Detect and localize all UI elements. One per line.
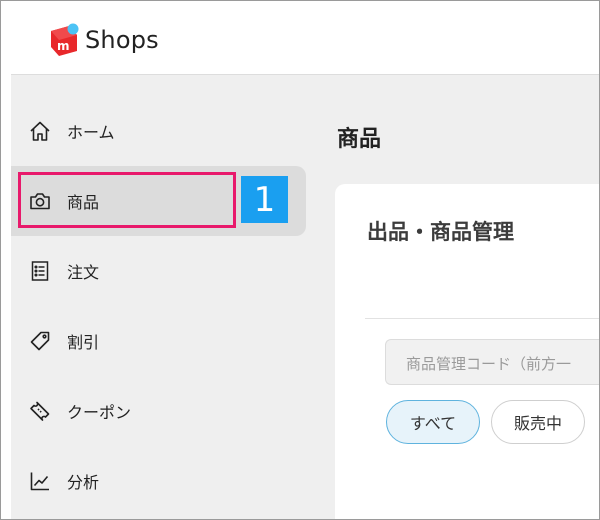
search-placeholder: 商品管理コード（前方一 xyxy=(406,355,572,373)
sidebar-item-home[interactable]: ホーム xyxy=(11,96,306,166)
annotation-highlight-box xyxy=(18,172,236,228)
content-card: 出品・商品管理 商品管理コード（前方一 すべて 販売中 xyxy=(335,184,599,519)
home-icon xyxy=(29,120,51,142)
filter-chip-on-sale[interactable]: 販売中 xyxy=(491,400,585,444)
sidebar: ホーム 商品 注文 割引 クーポン 分析 xyxy=(11,75,307,519)
filter-chip-all[interactable]: すべて xyxy=(386,400,480,444)
search-input[interactable]: 商品管理コード（前方一 xyxy=(385,339,599,385)
sidebar-item-label: クーポン xyxy=(67,403,132,422)
svg-text:m: m xyxy=(57,39,70,53)
analytics-chart-icon xyxy=(29,470,51,492)
sidebar-item-label: 割引 xyxy=(67,333,100,352)
price-tag-icon xyxy=(29,330,51,352)
sidebar-item-discounts[interactable]: 割引 xyxy=(11,306,306,376)
sidebar-item-analytics[interactable]: 分析 xyxy=(11,446,306,516)
page-title: 商品 xyxy=(337,127,382,152)
card-title: 出品・商品管理 xyxy=(367,220,514,244)
card-divider xyxy=(365,318,599,319)
sidebar-item-label: ホーム xyxy=(67,123,115,142)
sidebar-item-orders[interactable]: 注文 xyxy=(11,236,306,306)
screenshot-frame: m Shops ホーム 商品 注文 割引 クーポン 分析 1 商品 出品・商品管… xyxy=(0,0,600,520)
logo[interactable]: m Shops xyxy=(49,23,159,57)
app-header: m Shops xyxy=(1,1,599,75)
step-number-badge: 1 xyxy=(241,176,288,223)
sidebar-item-label: 分析 xyxy=(67,473,100,492)
sidebar-item-label: 注文 xyxy=(67,263,100,282)
sidebar-item-coupons[interactable]: クーポン xyxy=(11,376,306,446)
coupon-ticket-icon xyxy=(29,400,51,422)
main-content: 商品 出品・商品管理 商品管理コード（前方一 すべて 販売中 xyxy=(307,75,599,519)
mercari-logo-icon: m xyxy=(49,23,79,57)
logo-text: Shops xyxy=(85,26,159,54)
order-list-icon xyxy=(29,260,51,282)
